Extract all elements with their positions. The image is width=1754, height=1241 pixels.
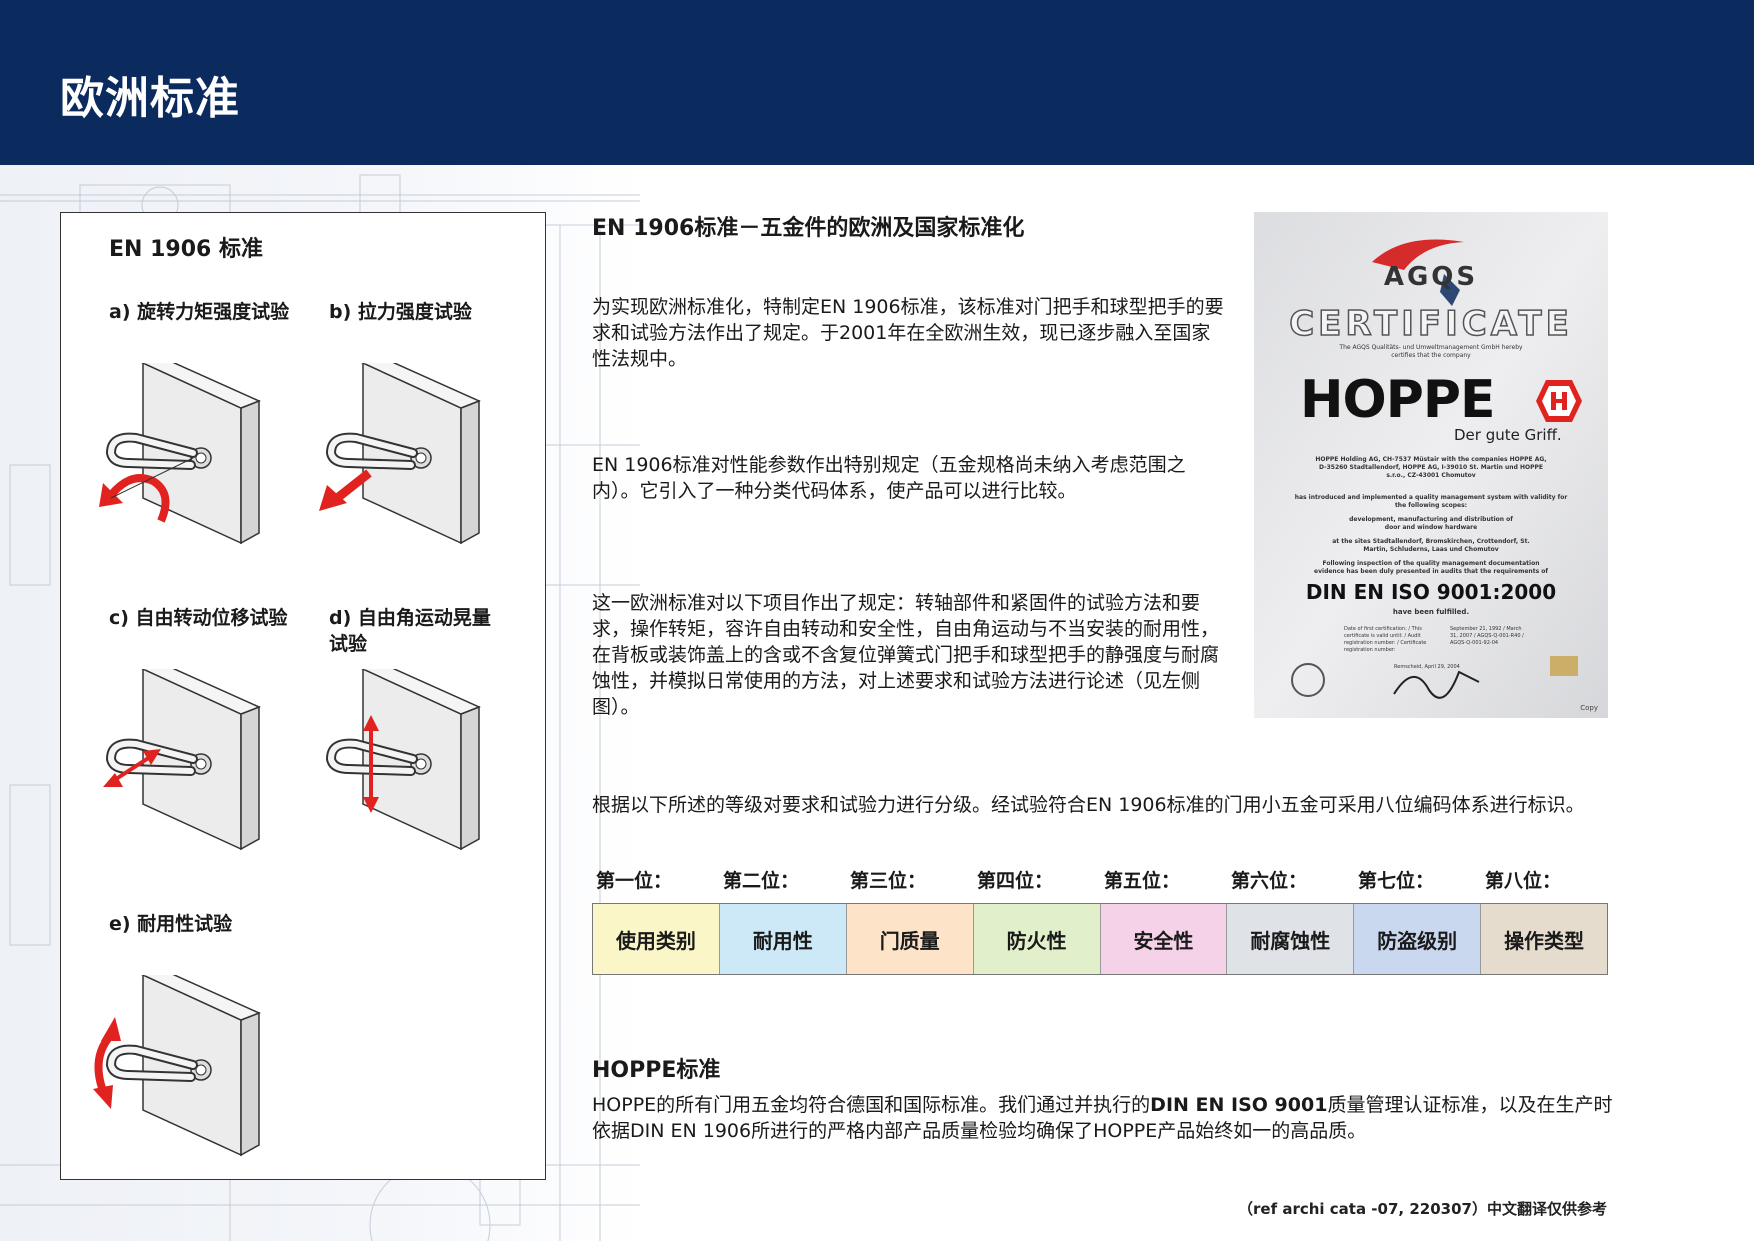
code-cell: 防火性: [973, 904, 1101, 974]
en1906-test-panel: EN 1906 标准 a) 旋转力矩强度试验 b) 拉力强度试验 c) 自由转动…: [60, 212, 546, 1180]
certificate-brand: HOPPE: [1300, 370, 1495, 430]
code-cell: 门质量: [846, 904, 974, 974]
free-angular-play-test-illustration: [325, 669, 481, 851]
certificate-date-lines: Date of first certification: / This cert…: [1344, 626, 1427, 653]
certificate-copy-mark: Copy: [1580, 704, 1598, 712]
free-rotation-displacement-test-illustration: [103, 669, 261, 851]
code-cell: 使用类别: [593, 904, 720, 974]
code-position-label: 第三位：: [850, 870, 927, 892]
code-cell: 防盗级别: [1354, 904, 1482, 974]
test-label-b: b) 拉力强度试验: [329, 301, 472, 323]
section-title-en1906: EN 1906标准－五金件的欧洲及国家标准化: [592, 216, 1025, 241]
paragraph-intro: 为实现欧洲标准化，特制定EN 1906标准，该标准对门把手和球型把手的要求和试验…: [592, 296, 1224, 370]
test-label-d: d) 自由角运动晃量试验: [329, 607, 491, 655]
panel-title: EN 1906 标准: [109, 237, 263, 262]
certificate-heading: CERTIFICATE: [1288, 303, 1573, 345]
code-position-label: 第五位：: [1104, 870, 1181, 892]
certificate-slogan: Der gute Griff.: [1454, 426, 1562, 444]
code-cell: 操作类型: [1481, 904, 1607, 974]
certificate-inspection: Following inspection of the quality mana…: [1314, 560, 1548, 575]
page: 欧洲标准 EN 1906 标准 a) 旋转力矩强度试验 b) 拉力强度试验 c)…: [0, 0, 1754, 1241]
certificate-sites: at the sites Stadtallendorf, Bromskirche…: [1332, 538, 1530, 553]
durability-test-illustration: [93, 975, 261, 1157]
certificate-intro: The AGQS Qualitäts- und Umweltmanagement…: [1339, 344, 1523, 359]
certificate-scope-intro: has introduced and implemented a quality…: [1294, 494, 1568, 509]
code-cell: 耐腐蚀性: [1227, 904, 1355, 974]
tensile-strength-test-illustration: [319, 363, 481, 545]
hoppe-text-before: HOPPE的所有门用五金均符合德国和国际标准。我们通过并执行的: [592, 1094, 1151, 1116]
certificate-date-values: September 21, 1992 / March 31, 2007 / AG…: [1450, 626, 1524, 646]
certificate-companies: HOPPE Holding AG, CH-7537 Müstair with t…: [1315, 456, 1547, 479]
certificate-fulfilled: have been fulfilled.: [1392, 608, 1470, 616]
certificate-issuer: AGQS: [1383, 262, 1479, 292]
page-title: 欧洲标准: [60, 73, 240, 124]
header-bar: 欧洲标准: [0, 0, 1754, 165]
certificate-place: Remscheid, April 29, 2004: [1394, 664, 1460, 670]
paragraph-requirements: 这一欧洲标准对以下项目作出了规定：转轴部件和紧固件的试验方法和要求，操作转矩，容…: [592, 592, 1220, 718]
code-position-label: 第一位：: [596, 870, 673, 892]
code-position-label: 第七位：: [1358, 870, 1435, 892]
test-label-e: e) 耐用性试验: [109, 913, 233, 935]
paragraph-performance: EN 1906标准对性能参数作出特别规定（五金规格尚未纳入考虑范围之内）。它引入…: [592, 454, 1186, 502]
code-position-label: 第二位：: [723, 870, 800, 892]
agqs-certificate: AGQS CERTIFICATE The AGQS Qualitäts- und…: [1254, 212, 1608, 718]
code-position-label: 第四位：: [977, 870, 1054, 892]
code-cell: 耐用性: [719, 904, 847, 974]
code-position-label: 第八位：: [1485, 870, 1562, 892]
test-label-a: a) 旋转力矩强度试验: [109, 301, 290, 323]
paragraph-hoppe: HOPPE的所有门用五金均符合德国和国际标准。我们通过并执行的DIN EN IS…: [592, 1092, 1622, 1144]
section-title-hoppe: HOPPE标准: [592, 1058, 721, 1083]
reference-footnote: （ref archi cata -07, 220307）中文翻译仅供参考: [1238, 1200, 1607, 1218]
rotation-torque-test-illustration: [99, 363, 261, 545]
code-position-label: 第六位：: [1231, 870, 1308, 892]
code-cell: 安全性: [1100, 904, 1228, 974]
test-label-c: c) 自由转动位移试验: [109, 607, 288, 629]
classification-code-row: 使用类别 耐用性 门质量 防火性 安全性 耐腐蚀性 防盗级别 操作类型: [592, 903, 1608, 975]
hoppe-logo-icon: [1536, 380, 1582, 422]
certificate-standard: DIN EN ISO 9001:2000: [1305, 580, 1557, 604]
hoppe-text-bold: DIN EN ISO 9001: [1150, 1094, 1328, 1116]
certificate-scope: development, manufacturing and distribut…: [1349, 516, 1513, 531]
paragraph-classification: 根据以下所述的等级对要求和试验力进行分级。经试验符合EN 1906标准的门用小五…: [592, 794, 1585, 816]
